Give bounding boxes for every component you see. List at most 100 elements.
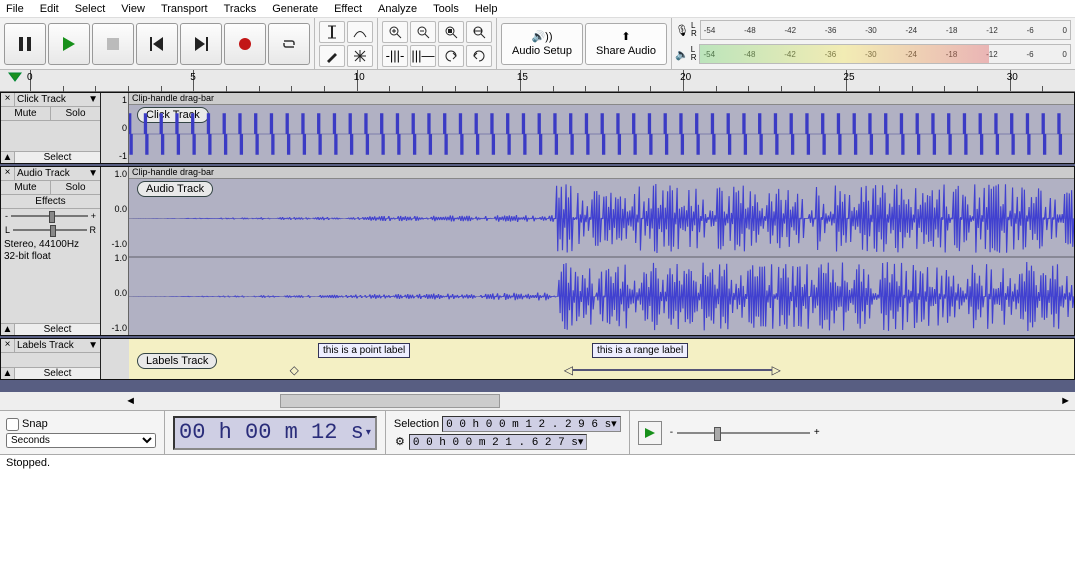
clip-area[interactable]: Labels Track this is a point label ◇ this i…	[129, 339, 1074, 379]
menu-transport[interactable]: Transport	[161, 3, 208, 15]
label-text[interactable]: this is a range label	[592, 343, 688, 358]
timeline-ruler[interactable]: 051015202530	[0, 70, 1075, 92]
transport-group	[0, 18, 315, 69]
menu-analyze[interactable]: Analyze	[378, 3, 417, 15]
track-menu-dropdown[interactable]: Click Track▼	[15, 93, 100, 106]
silence-icon[interactable]: |||—	[410, 45, 436, 67]
collapse-button[interactable]: ▲	[1, 152, 15, 163]
share-audio-button[interactable]: ⬆︎ Share Audio	[585, 23, 667, 65]
gain-slider[interactable]: -+	[1, 209, 100, 223]
trim-icon[interactable]: -|||-	[382, 45, 408, 67]
zoom-in-icon[interactable]	[382, 21, 408, 43]
menu-effect[interactable]: Effect	[334, 3, 362, 15]
mute-button[interactable]: Mute	[1, 181, 51, 194]
horizontal-scrollbar[interactable]: ◄ ►	[0, 392, 1075, 410]
menu-tracks[interactable]: Tracks	[224, 3, 257, 15]
record-button[interactable]	[224, 23, 266, 65]
skip-start-button[interactable]	[136, 23, 178, 65]
track-select-button[interactable]: Select	[15, 324, 100, 335]
menu-select[interactable]: Select	[75, 3, 106, 15]
envelope-tool-icon[interactable]	[347, 21, 373, 43]
record-meter[interactable]: -54-48-42-36-30-24-18-12-60	[700, 20, 1071, 40]
track-menu-dropdown[interactable]: Audio Track▼	[15, 167, 100, 180]
clip-area[interactable]: Clip-handle drag-barAudio Track	[129, 167, 1074, 335]
skip-end-button[interactable]	[180, 23, 222, 65]
play-at-speed-button[interactable]	[638, 421, 662, 445]
settings-gear-icon[interactable]: ⚙	[394, 435, 406, 448]
solo-button[interactable]: Solo	[51, 181, 100, 194]
solo-button[interactable]: Solo	[51, 107, 100, 120]
pan-slider[interactable]: LR	[1, 223, 100, 237]
selection-panel: Selection 0 0 h 0 0 m 1 2 . 2 9 6 s▾ ⚙ 0…	[394, 416, 621, 450]
draw-tool-icon[interactable]	[319, 45, 345, 67]
track-menu-dropdown[interactable]: Labels Track▼	[15, 339, 100, 352]
playback-meter[interactable]: -54-48-42-36-30-24-18-12-60	[699, 44, 1071, 64]
audio-setup-label: Audio Setup	[512, 45, 572, 57]
track-close-button[interactable]: ×	[1, 93, 15, 106]
audio-setup-button[interactable]: 🔊)) Audio Setup	[501, 23, 583, 65]
mute-button[interactable]: Mute	[1, 107, 51, 120]
track-info: Stereo, 44100Hz32-bit float	[1, 237, 100, 265]
collapse-button[interactable]: ▲	[1, 368, 15, 379]
status-bar: Stopped.	[0, 454, 1075, 470]
undo-icon[interactable]	[438, 45, 464, 67]
track-click-track: ×Click Track▼MuteSolo▲Select10-1Clip-han…	[0, 92, 1075, 164]
multi-tool-icon[interactable]	[347, 45, 373, 67]
track-close-button[interactable]: ×	[1, 339, 15, 352]
playhead-dropdown[interactable]	[0, 70, 30, 91]
lr-label: LR	[691, 46, 697, 62]
selection-toolbar: Snap Seconds 00 h 00 m 12 s▾ Selection 0…	[0, 410, 1075, 454]
label-point-marker[interactable]: ◇	[290, 363, 299, 377]
selection-tool-icon[interactable]	[319, 21, 345, 43]
zoom-group: -|||- |||—	[378, 18, 497, 69]
lr-label: LR	[691, 22, 697, 38]
setup-group: 🔊)) Audio Setup ⬆︎ Share Audio	[497, 18, 672, 69]
upload-icon: ⬆︎	[621, 30, 630, 43]
menu-view[interactable]: View	[121, 3, 145, 15]
snap-checkbox[interactable]: Snap	[6, 418, 156, 431]
play-button[interactable]	[48, 23, 90, 65]
label-range-start[interactable]: ◁	[564, 363, 573, 377]
speaker-icon[interactable]: 🔈	[675, 48, 689, 61]
fit-project-icon[interactable]	[466, 21, 492, 43]
redo-icon[interactable]	[466, 45, 492, 67]
clip-handle-bar[interactable]: Clip-handle drag-bar	[129, 93, 1074, 105]
main-toolbar: -|||- |||— 🔊)) Audio Setup ⬆︎ Share Audi…	[0, 18, 1075, 70]
effects-button[interactable]: Effects	[1, 195, 100, 208]
clip-handle-bar[interactable]: Clip-handle drag-bar	[129, 167, 1074, 179]
loop-button[interactable]	[268, 23, 310, 65]
playback-speed-slider[interactable]: -+	[670, 427, 820, 438]
menu-tools[interactable]: Tools	[433, 3, 459, 15]
menu-edit[interactable]: Edit	[40, 3, 59, 15]
fit-selection-icon[interactable]	[438, 21, 464, 43]
selection-end-display[interactable]: 0 0 h 0 0 m 2 1 . 6 2 7 s▾	[409, 434, 588, 450]
collapse-button[interactable]: ▲	[1, 324, 15, 335]
speaker-waves-icon: 🔊))	[531, 30, 552, 43]
tools-group	[315, 18, 378, 69]
share-audio-label: Share Audio	[596, 45, 656, 57]
track-close-button[interactable]: ×	[1, 167, 15, 180]
audio-position-display[interactable]: 00 h 00 m 12 s▾	[173, 416, 377, 450]
selection-label: Selection	[394, 418, 439, 430]
menu-help[interactable]: Help	[475, 3, 498, 15]
meters-area: 🎙 LR -54-48-42-36-30-24-18-12-60 🔈 LR -5…	[672, 18, 1075, 69]
tracks-area: ×Click Track▼MuteSolo▲Select10-1Clip-han…	[0, 92, 1075, 392]
menu-generate[interactable]: Generate	[272, 3, 318, 15]
snap-panel: Snap Seconds	[6, 418, 156, 448]
selection-start-display[interactable]: 0 0 h 0 0 m 1 2 . 2 9 6 s▾	[442, 416, 621, 432]
clip-title[interactable]: Labels Track	[137, 353, 217, 369]
track-audio-track: ×Audio Track▼MuteSoloEffects-+LRStereo, …	[0, 166, 1075, 336]
snap-unit-select[interactable]: Seconds	[6, 433, 156, 448]
clip-area[interactable]: Clip-handle drag-barClick Track	[129, 93, 1074, 163]
track-labels-track: ×Labels Track▼ ▲Select Labels Track this is…	[0, 338, 1075, 380]
menu-bar: File Edit Select View Transport Tracks Generat…	[0, 0, 1075, 18]
menu-file[interactable]: File	[6, 3, 24, 15]
track-select-button[interactable]: Select	[15, 368, 100, 379]
label-text[interactable]: this is a point label	[318, 343, 410, 358]
track-select-button[interactable]: Select	[15, 152, 100, 163]
pause-button[interactable]	[4, 23, 46, 65]
mic-icon[interactable]: 🎙	[675, 24, 689, 37]
zoom-out-icon[interactable]	[410, 21, 436, 43]
stop-button[interactable]	[92, 23, 134, 65]
label-range-end[interactable]: ▷	[772, 363, 781, 377]
